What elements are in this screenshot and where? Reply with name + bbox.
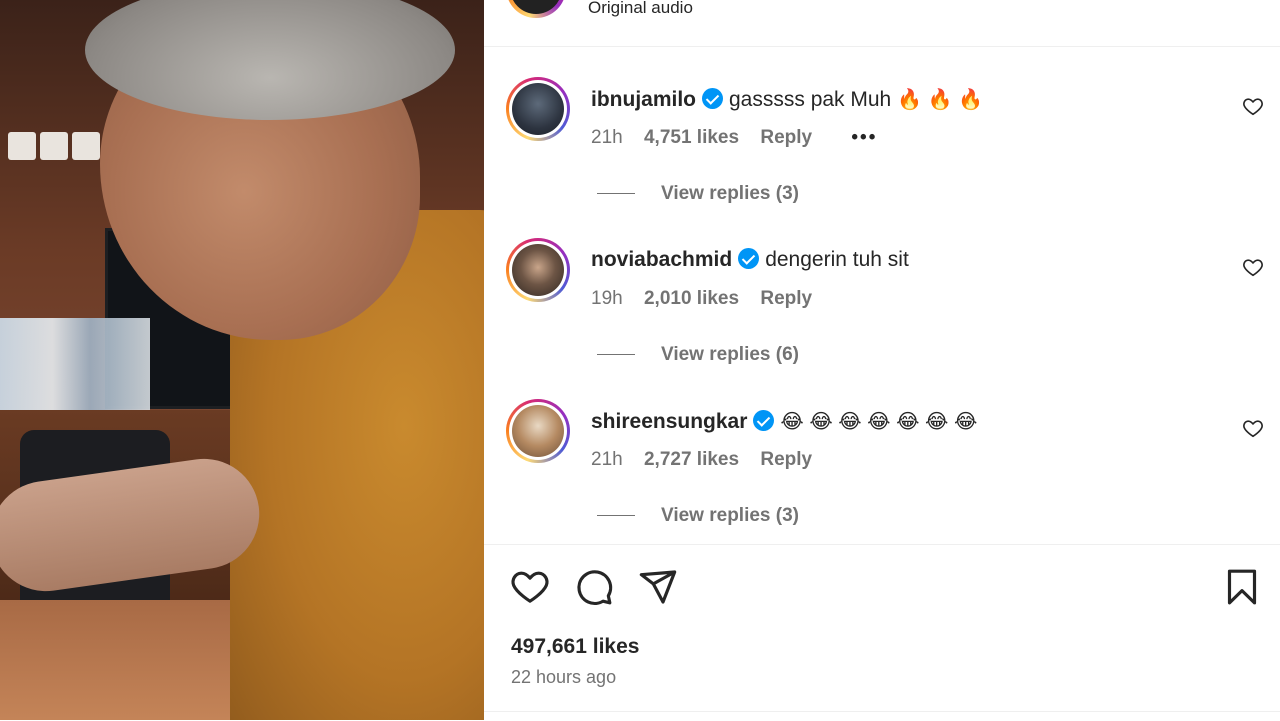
post-media[interactable] (0, 0, 484, 720)
avatar-image (512, 244, 564, 296)
comment-username[interactable]: ibnujamilo (591, 88, 696, 111)
comment-body: ibnujamilo gasssss pak Muh 🔥 🔥 🔥 (591, 87, 983, 112)
replies-divider (597, 193, 635, 195)
comment-meta: 19h 2,010 likes Reply (591, 288, 828, 310)
post-action-bar: 497,661 likes 22 hours ago (484, 544, 1280, 721)
comment-heart-icon[interactable] (1242, 417, 1264, 439)
view-replies-label: View replies (3) (661, 183, 799, 204)
replies-divider (597, 354, 635, 356)
comment-time[interactable]: 19h (591, 288, 623, 309)
paper-plane-icon[interactable] (638, 567, 678, 607)
comment-likes[interactable]: 4,751 likes (644, 127, 739, 148)
comment-icon[interactable] (574, 567, 614, 607)
author-avatar[interactable] (506, 0, 570, 22)
comment-time[interactable]: 21h (591, 127, 623, 148)
comment-meta: 21h 4,751 likes Reply ••• (591, 127, 893, 149)
media-shelf-items (0, 318, 150, 418)
view-replies-label: View replies (6) (661, 344, 799, 365)
comments-panel: Original audio ibnujamilo gasssss pak Muh… (484, 0, 1280, 720)
bookmark-icon[interactable] (1222, 567, 1262, 607)
post-likes-count[interactable]: 497,661 likes (511, 635, 639, 659)
commenter-avatar[interactable] (506, 77, 570, 141)
comment-text: gasssss pak Muh (729, 88, 892, 111)
comment-emojis: 😂 😂 😂 😂 😂 😂 😂 (780, 411, 978, 433)
verified-badge-icon (753, 410, 775, 431)
reply-button[interactable]: Reply (760, 449, 812, 470)
comment-heart-icon[interactable] (1242, 256, 1264, 278)
comment-likes[interactable]: 2,010 likes (644, 288, 739, 309)
comment-likes[interactable]: 2,727 likes (644, 449, 739, 470)
verified-badge-icon (738, 248, 760, 269)
view-replies-button[interactable]: View replies (6) (597, 344, 799, 366)
comment-emojis: 🔥 🔥 🔥 (897, 89, 983, 111)
media-light-switch (40, 132, 68, 160)
post-timestamp: 22 hours ago (511, 667, 617, 687)
avatar-image (512, 405, 564, 457)
commenter-avatar[interactable] (506, 238, 570, 302)
view-replies-button[interactable]: View replies (3) (597, 505, 799, 527)
view-replies-button[interactable]: View replies (3) (597, 183, 799, 205)
reply-button[interactable]: Reply (760, 288, 812, 309)
comment-body: shireensungkar 😂 😂 😂 😂 😂 😂 😂 (591, 409, 977, 434)
commenter-avatar[interactable] (506, 399, 570, 463)
verified-badge-icon (702, 88, 723, 109)
heart-icon[interactable] (510, 567, 550, 607)
view-replies-label: View replies (3) (661, 505, 799, 526)
replies-divider (597, 515, 635, 517)
comment-body: noviabachmid dengerin tuh sit (591, 248, 909, 272)
comment-username[interactable]: shireensungkar (591, 410, 747, 433)
comment-time[interactable]: 21h (591, 449, 623, 470)
audio-link[interactable]: Original audio (588, 0, 693, 18)
avatar-image (512, 83, 564, 135)
media-light-switch (8, 132, 36, 160)
divider (484, 711, 1280, 712)
comment-heart-icon[interactable] (1242, 95, 1264, 117)
reply-button[interactable]: Reply (760, 127, 812, 148)
post-header-audio: Original audio (484, 0, 1280, 47)
comment-text: dengerin tuh sit (765, 248, 909, 271)
comment-meta: 21h 2,727 likes Reply (591, 449, 828, 471)
media-light-switch (72, 132, 100, 160)
comment-username[interactable]: noviabachmid (591, 248, 732, 271)
more-options-icon[interactable]: ••• (851, 127, 877, 148)
